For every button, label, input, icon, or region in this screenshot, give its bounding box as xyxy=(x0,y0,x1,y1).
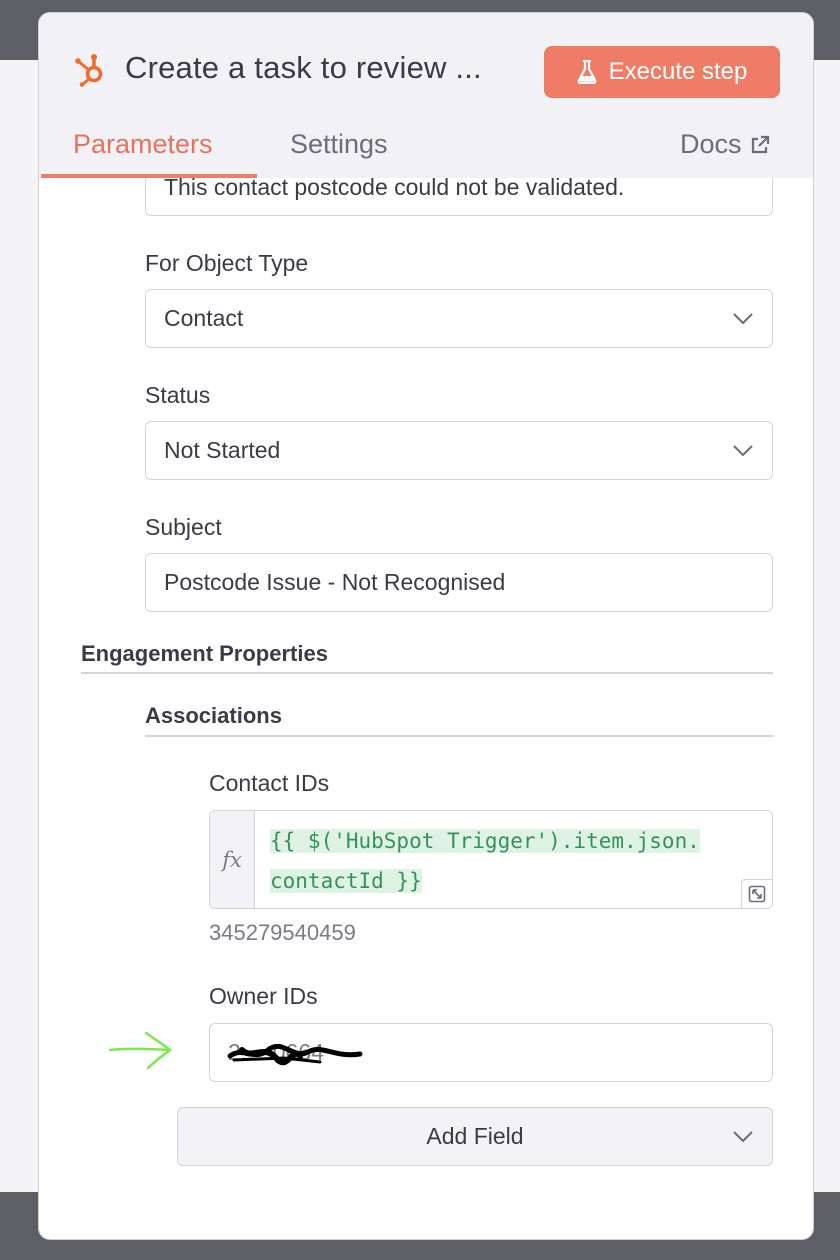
owner-ids-input[interactable]: 2.....0664 xyxy=(209,1023,773,1082)
hubspot-icon xyxy=(75,54,103,87)
subject-label: Subject xyxy=(145,514,222,540)
annotation-arrow-icon xyxy=(108,1031,173,1070)
expression-line-2: contactId }} xyxy=(270,869,422,893)
contact-ids-resolved-value: 345279540459 xyxy=(209,920,356,945)
flask-icon xyxy=(577,60,596,84)
tab-parameters[interactable]: Parameters xyxy=(73,129,213,160)
object-type-select[interactable]: Contact xyxy=(145,289,773,348)
status-label: Status xyxy=(145,382,211,408)
redaction-scribble xyxy=(227,1043,363,1066)
add-field-label: Add Field xyxy=(426,1123,524,1149)
owner-ids-label: Owner IDs xyxy=(209,983,318,1009)
object-type-value: Contact xyxy=(164,305,244,331)
fx-icon: fx xyxy=(210,811,255,908)
engagement-divider xyxy=(81,672,773,674)
associations-title: Associations xyxy=(145,703,282,728)
expression-text: {{ $('HubSpot Trigger').item.json. conta… xyxy=(270,821,770,901)
associations-divider xyxy=(145,735,773,737)
object-type-label: For Object Type xyxy=(145,250,309,276)
panel-header: Create a task to review ... Execute step… xyxy=(39,13,813,178)
expand-icon[interactable] xyxy=(741,879,772,908)
status-value: Not Started xyxy=(164,437,281,463)
tab-docs-label: Docs xyxy=(680,129,742,159)
active-tab-indicator xyxy=(41,174,257,178)
expression-line-1: {{ $('HubSpot Trigger').item.json. xyxy=(270,829,700,853)
tab-settings[interactable]: Settings xyxy=(290,129,388,160)
external-link-icon xyxy=(751,135,769,153)
add-field-button[interactable]: Add Field xyxy=(177,1107,773,1166)
execute-step-label: Execute step xyxy=(608,58,748,85)
chevron-down-icon xyxy=(733,1130,753,1142)
chevron-down-icon xyxy=(733,444,753,456)
node-title[interactable]: Create a task to review ... xyxy=(125,50,482,86)
chevron-down-icon xyxy=(733,312,753,324)
contact-ids-label: Contact IDs xyxy=(209,770,330,796)
status-select[interactable]: Not Started xyxy=(145,421,773,480)
subject-input[interactable]: Postcode Issue - Not Recognised xyxy=(145,553,773,612)
execute-step-button[interactable]: Execute step xyxy=(544,46,780,98)
subject-value: Postcode Issue - Not Recognised xyxy=(164,569,506,595)
contact-ids-expression-input[interactable]: fx {{ $('HubSpot Trigger').item.json. co… xyxy=(209,810,773,909)
tab-docs[interactable]: Docs xyxy=(680,129,770,160)
engagement-properties-title: Engagement Properties xyxy=(81,641,328,666)
task-body-value: This contact postcode could not be valid… xyxy=(164,174,625,200)
